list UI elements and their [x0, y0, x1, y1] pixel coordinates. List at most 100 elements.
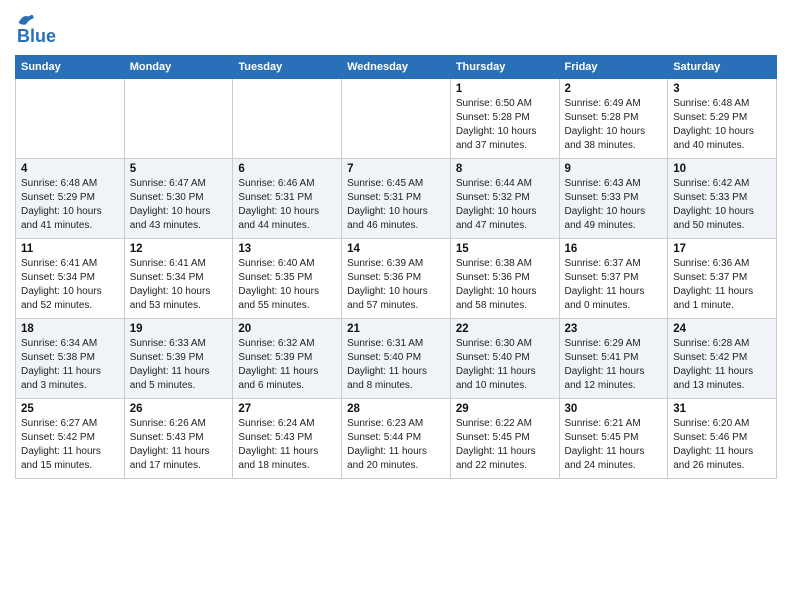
calendar-day-cell: 22 Sunrise: 6:30 AMSunset: 5:40 PMDaylig…	[450, 319, 559, 399]
day-number: 27	[238, 403, 336, 415]
calendar-day-cell: 18 Sunrise: 6:34 AMSunset: 5:38 PMDaylig…	[16, 319, 125, 399]
calendar-day-cell: 23 Sunrise: 6:29 AMSunset: 5:41 PMDaylig…	[559, 319, 668, 399]
calendar-day-cell	[124, 79, 233, 159]
day-info: Sunrise: 6:43 AMSunset: 5:33 PMDaylight:…	[565, 177, 663, 233]
day-number: 16	[565, 243, 663, 255]
calendar-day-cell: 31 Sunrise: 6:20 AMSunset: 5:46 PMDaylig…	[668, 399, 777, 479]
calendar-day-cell	[16, 79, 125, 159]
calendar-day-cell: 25 Sunrise: 6:27 AMSunset: 5:42 PMDaylig…	[16, 399, 125, 479]
day-number: 31	[673, 403, 771, 415]
calendar-day-cell: 1 Sunrise: 6:50 AMSunset: 5:28 PMDayligh…	[450, 79, 559, 159]
calendar-body: 1 Sunrise: 6:50 AMSunset: 5:28 PMDayligh…	[16, 79, 777, 479]
calendar-day-cell: 11 Sunrise: 6:41 AMSunset: 5:34 PMDaylig…	[16, 239, 125, 319]
weekday-header-cell: Wednesday	[342, 56, 451, 79]
day-info: Sunrise: 6:33 AMSunset: 5:39 PMDaylight:…	[130, 337, 228, 393]
day-number: 25	[21, 403, 119, 415]
day-info: Sunrise: 6:41 AMSunset: 5:34 PMDaylight:…	[130, 257, 228, 313]
day-number: 14	[347, 243, 445, 255]
day-info: Sunrise: 6:50 AMSunset: 5:28 PMDaylight:…	[456, 97, 554, 153]
day-number: 8	[456, 163, 554, 175]
calendar-day-cell: 30 Sunrise: 6:21 AMSunset: 5:45 PMDaylig…	[559, 399, 668, 479]
day-info: Sunrise: 6:46 AMSunset: 5:31 PMDaylight:…	[238, 177, 336, 233]
logo: Blue	[15, 10, 56, 47]
day-number: 5	[130, 163, 228, 175]
day-info: Sunrise: 6:34 AMSunset: 5:38 PMDaylight:…	[21, 337, 119, 393]
weekday-header-cell: Thursday	[450, 56, 559, 79]
logo-blue-text: Blue	[15, 26, 56, 47]
calendar-day-cell: 9 Sunrise: 6:43 AMSunset: 5:33 PMDayligh…	[559, 159, 668, 239]
day-info: Sunrise: 6:31 AMSunset: 5:40 PMDaylight:…	[347, 337, 445, 393]
day-info: Sunrise: 6:20 AMSunset: 5:46 PMDaylight:…	[673, 417, 771, 473]
day-info: Sunrise: 6:37 AMSunset: 5:37 PMDaylight:…	[565, 257, 663, 313]
calendar-day-cell: 28 Sunrise: 6:23 AMSunset: 5:44 PMDaylig…	[342, 399, 451, 479]
day-info: Sunrise: 6:32 AMSunset: 5:39 PMDaylight:…	[238, 337, 336, 393]
calendar-week-row: 18 Sunrise: 6:34 AMSunset: 5:38 PMDaylig…	[16, 319, 777, 399]
day-number: 19	[130, 323, 228, 335]
day-info: Sunrise: 6:29 AMSunset: 5:41 PMDaylight:…	[565, 337, 663, 393]
day-number: 20	[238, 323, 336, 335]
weekday-header-cell: Saturday	[668, 56, 777, 79]
weekday-header-row: SundayMondayTuesdayWednesdayThursdayFrid…	[16, 56, 777, 79]
day-number: 17	[673, 243, 771, 255]
calendar-table: SundayMondayTuesdayWednesdayThursdayFrid…	[15, 55, 777, 479]
calendar-day-cell: 10 Sunrise: 6:42 AMSunset: 5:33 PMDaylig…	[668, 159, 777, 239]
day-number: 24	[673, 323, 771, 335]
day-number: 7	[347, 163, 445, 175]
day-number: 4	[21, 163, 119, 175]
calendar-day-cell: 29 Sunrise: 6:22 AMSunset: 5:45 PMDaylig…	[450, 399, 559, 479]
weekday-header-cell: Friday	[559, 56, 668, 79]
day-info: Sunrise: 6:22 AMSunset: 5:45 PMDaylight:…	[456, 417, 554, 473]
day-info: Sunrise: 6:42 AMSunset: 5:33 PMDaylight:…	[673, 177, 771, 233]
day-info: Sunrise: 6:49 AMSunset: 5:28 PMDaylight:…	[565, 97, 663, 153]
day-number: 29	[456, 403, 554, 415]
calendar-day-cell: 8 Sunrise: 6:44 AMSunset: 5:32 PMDayligh…	[450, 159, 559, 239]
calendar-day-cell	[233, 79, 342, 159]
calendar-day-cell: 24 Sunrise: 6:28 AMSunset: 5:42 PMDaylig…	[668, 319, 777, 399]
day-info: Sunrise: 6:24 AMSunset: 5:43 PMDaylight:…	[238, 417, 336, 473]
day-number: 15	[456, 243, 554, 255]
day-info: Sunrise: 6:45 AMSunset: 5:31 PMDaylight:…	[347, 177, 445, 233]
calendar-day-cell: 5 Sunrise: 6:47 AMSunset: 5:30 PMDayligh…	[124, 159, 233, 239]
calendar-day-cell: 4 Sunrise: 6:48 AMSunset: 5:29 PMDayligh…	[16, 159, 125, 239]
day-info: Sunrise: 6:47 AMSunset: 5:30 PMDaylight:…	[130, 177, 228, 233]
calendar-day-cell: 20 Sunrise: 6:32 AMSunset: 5:39 PMDaylig…	[233, 319, 342, 399]
calendar-day-cell: 6 Sunrise: 6:46 AMSunset: 5:31 PMDayligh…	[233, 159, 342, 239]
day-info: Sunrise: 6:48 AMSunset: 5:29 PMDaylight:…	[21, 177, 119, 233]
day-number: 13	[238, 243, 336, 255]
day-info: Sunrise: 6:21 AMSunset: 5:45 PMDaylight:…	[565, 417, 663, 473]
calendar-day-cell: 17 Sunrise: 6:36 AMSunset: 5:37 PMDaylig…	[668, 239, 777, 319]
calendar-week-row: 1 Sunrise: 6:50 AMSunset: 5:28 PMDayligh…	[16, 79, 777, 159]
calendar-day-cell: 7 Sunrise: 6:45 AMSunset: 5:31 PMDayligh…	[342, 159, 451, 239]
day-info: Sunrise: 6:41 AMSunset: 5:34 PMDaylight:…	[21, 257, 119, 313]
day-number: 22	[456, 323, 554, 335]
calendar-day-cell: 13 Sunrise: 6:40 AMSunset: 5:35 PMDaylig…	[233, 239, 342, 319]
day-number: 18	[21, 323, 119, 335]
day-info: Sunrise: 6:39 AMSunset: 5:36 PMDaylight:…	[347, 257, 445, 313]
calendar-week-row: 25 Sunrise: 6:27 AMSunset: 5:42 PMDaylig…	[16, 399, 777, 479]
day-info: Sunrise: 6:26 AMSunset: 5:43 PMDaylight:…	[130, 417, 228, 473]
day-number: 12	[130, 243, 228, 255]
weekday-header-cell: Monday	[124, 56, 233, 79]
day-number: 28	[347, 403, 445, 415]
day-number: 9	[565, 163, 663, 175]
calendar-day-cell: 15 Sunrise: 6:38 AMSunset: 5:36 PMDaylig…	[450, 239, 559, 319]
day-number: 10	[673, 163, 771, 175]
day-number: 1	[456, 83, 554, 95]
day-info: Sunrise: 6:27 AMSunset: 5:42 PMDaylight:…	[21, 417, 119, 473]
day-info: Sunrise: 6:28 AMSunset: 5:42 PMDaylight:…	[673, 337, 771, 393]
day-number: 23	[565, 323, 663, 335]
calendar-week-row: 4 Sunrise: 6:48 AMSunset: 5:29 PMDayligh…	[16, 159, 777, 239]
day-number: 6	[238, 163, 336, 175]
calendar-day-cell: 21 Sunrise: 6:31 AMSunset: 5:40 PMDaylig…	[342, 319, 451, 399]
day-info: Sunrise: 6:38 AMSunset: 5:36 PMDaylight:…	[456, 257, 554, 313]
calendar-day-cell	[342, 79, 451, 159]
calendar-day-cell: 27 Sunrise: 6:24 AMSunset: 5:43 PMDaylig…	[233, 399, 342, 479]
calendar-day-cell: 26 Sunrise: 6:26 AMSunset: 5:43 PMDaylig…	[124, 399, 233, 479]
day-number: 30	[565, 403, 663, 415]
calendar-day-cell: 14 Sunrise: 6:39 AMSunset: 5:36 PMDaylig…	[342, 239, 451, 319]
calendar-day-cell: 16 Sunrise: 6:37 AMSunset: 5:37 PMDaylig…	[559, 239, 668, 319]
calendar-day-cell: 2 Sunrise: 6:49 AMSunset: 5:28 PMDayligh…	[559, 79, 668, 159]
day-number: 2	[565, 83, 663, 95]
calendar-week-row: 11 Sunrise: 6:41 AMSunset: 5:34 PMDaylig…	[16, 239, 777, 319]
day-info: Sunrise: 6:40 AMSunset: 5:35 PMDaylight:…	[238, 257, 336, 313]
